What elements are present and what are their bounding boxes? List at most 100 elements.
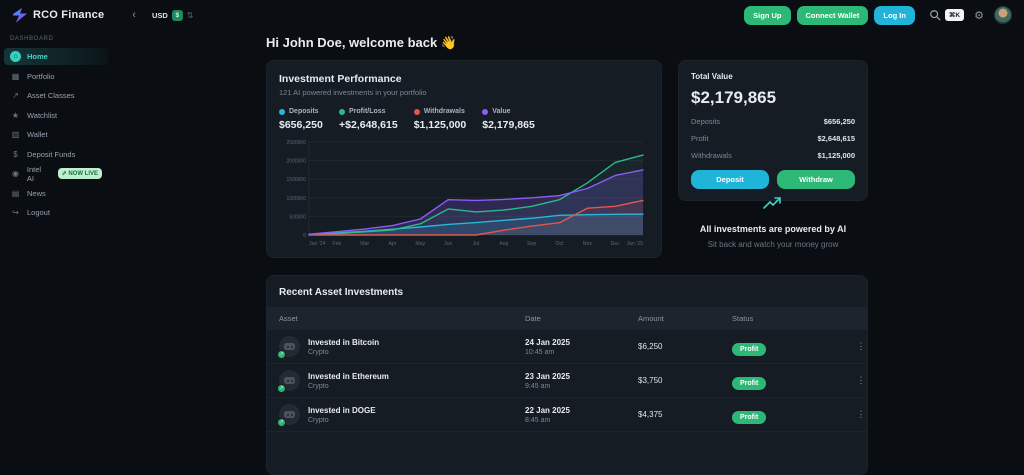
robot-icon bbox=[284, 343, 295, 350]
legend-item-deposits: Deposits $656,250 bbox=[279, 108, 323, 131]
total-value-amount: $2,179,865 bbox=[691, 88, 777, 107]
legend-item-profit-loss: Profit/Loss +$2,648,615 bbox=[339, 108, 398, 131]
table-title: Recent Asset Investments bbox=[279, 287, 404, 298]
investment-time: 10:45 am bbox=[525, 348, 555, 356]
svg-text:Nov: Nov bbox=[583, 241, 593, 247]
withdrawals-dot-icon bbox=[413, 108, 420, 115]
total-value-card: Total Value $2,179,865 Deposits $656,250… bbox=[678, 60, 868, 201]
table-row[interactable]: ↗ Invested in Ethereum Crypto 23 Jan 202… bbox=[267, 364, 867, 398]
sidebar-collapse-icon[interactable]: ‹ bbox=[132, 9, 136, 21]
sidebar-item-watchlist[interactable]: ★ Watchlist bbox=[4, 107, 108, 124]
svg-text:Aug: Aug bbox=[499, 241, 508, 247]
sidebar-item-home[interactable]: ⌂ Home bbox=[4, 48, 108, 65]
svg-text:Feb: Feb bbox=[332, 241, 341, 247]
sidebar-item-portfolio[interactable]: ▦ Portfolio bbox=[4, 68, 108, 85]
card-title: Total Value bbox=[691, 72, 733, 81]
summary-row-deposits: Deposits $656,250 bbox=[691, 117, 855, 126]
investment-date: 23 Jan 2025 bbox=[525, 371, 570, 381]
svg-text:Sep: Sep bbox=[527, 241, 536, 247]
page-title: Hi John Doe, welcome back 👋 bbox=[266, 35, 868, 51]
sidebar-item-deposit-funds[interactable]: $ Deposit Funds bbox=[4, 146, 108, 163]
dollar-badge-icon: $ bbox=[171, 9, 183, 21]
row-value: $1,125,000 bbox=[817, 151, 855, 160]
asset-name: Invested in DOGE bbox=[308, 405, 376, 415]
connect-wallet-button[interactable]: Connect Wallet bbox=[796, 5, 869, 25]
ai-promo: All investments are powered by AI Sit ba… bbox=[678, 195, 868, 249]
sign-up-button[interactable]: Sign Up bbox=[744, 5, 791, 25]
recent-investments-card: Recent Asset Investments Asset Date Amou… bbox=[266, 275, 868, 475]
keyboard-shortcut-badge: ⌘K bbox=[944, 9, 965, 21]
status-badge: Profit bbox=[732, 410, 767, 424]
row-menu-kebab-icon[interactable]: ⋮ bbox=[857, 375, 866, 386]
promo-title: All investments are powered by AI bbox=[699, 224, 847, 234]
sidebar-item-label: News bbox=[27, 188, 46, 198]
svg-text:1500000: 1500000 bbox=[287, 177, 307, 183]
row-label: Deposits bbox=[691, 117, 721, 126]
sidebar-item-intel-ai[interactable]: ◉ Intel AI ⇗ NOW LIVE bbox=[4, 164, 108, 183]
sidebar-item-logout[interactable]: ↪ Logout bbox=[4, 204, 108, 221]
investment-date: 22 Jan 2025 bbox=[525, 405, 570, 415]
svg-text:Mar: Mar bbox=[360, 241, 369, 247]
deposit-button[interactable]: Deposit bbox=[691, 170, 769, 189]
legend-value: $656,250 bbox=[279, 119, 323, 131]
brand-name: RCO Finance bbox=[33, 9, 105, 21]
wallet-icon: ▥ bbox=[11, 130, 20, 139]
brand[interactable]: RCO Finance bbox=[12, 7, 104, 23]
rco-logo-icon bbox=[13, 8, 27, 23]
robot-icon bbox=[284, 377, 295, 384]
sidebar-item-news[interactable]: ▤ News bbox=[4, 185, 108, 202]
ai-icon: ◉ bbox=[11, 169, 19, 178]
legend-value: $2,179,865 bbox=[482, 119, 535, 131]
svg-text:2500000: 2500000 bbox=[287, 140, 307, 146]
svg-text:May: May bbox=[415, 241, 425, 247]
column-header-amount: Amount bbox=[638, 314, 664, 323]
investment-amount: $3,750 bbox=[638, 376, 663, 385]
row-label: Profit bbox=[691, 134, 709, 143]
legend-label: Deposits bbox=[289, 108, 319, 115]
deposit-icon: $ bbox=[13, 149, 18, 159]
topbar: RCO Finance ‹ USD $ ⇅ Sign Up Connect Wa… bbox=[0, 0, 1024, 30]
asset-category: Crypto bbox=[308, 382, 329, 390]
performance-chart: 0 500000 1000000 1500000 2000000 2500000 Jan '… bbox=[287, 140, 644, 247]
home-icon: ⌂ bbox=[10, 51, 21, 62]
wave-emoji: 👋 bbox=[440, 35, 458, 50]
table-row[interactable]: ↗ Invested in Bitcoin Crypto 24 Jan 2025… bbox=[267, 330, 867, 364]
log-in-button[interactable]: Log In bbox=[874, 5, 915, 25]
summary-row-profit: Profit $2,648,615 bbox=[691, 134, 855, 143]
investment-time: 9:45 am bbox=[525, 382, 551, 390]
row-menu-kebab-icon[interactable]: ⋮ bbox=[857, 341, 866, 352]
search-icon[interactable] bbox=[929, 9, 941, 21]
sidebar-item-label: Deposit Funds bbox=[27, 149, 76, 159]
sidebar-item-label: Logout bbox=[27, 208, 50, 217]
sidebar-item-asset-classes[interactable]: ↗ Asset Classes bbox=[4, 87, 108, 104]
svg-text:Jul: Jul bbox=[473, 241, 480, 247]
asset-name: Invested in Ethereum bbox=[308, 371, 389, 381]
row-value: $656,250 bbox=[823, 117, 855, 126]
sidebar-item-label: Intel AI bbox=[26, 164, 42, 183]
currency-code: USD bbox=[151, 10, 168, 20]
user-avatar[interactable] bbox=[994, 6, 1012, 24]
card-subtitle: 121 AI powered investments in your portf… bbox=[279, 88, 427, 97]
currency-selector[interactable]: USD $ ⇅ bbox=[151, 9, 194, 21]
column-header-date: Date bbox=[525, 314, 541, 323]
logout-icon: ↪ bbox=[12, 208, 19, 217]
sidebar-item-wallet[interactable]: ▥ Wallet bbox=[4, 126, 108, 143]
investment-time: 8:45 am bbox=[525, 416, 551, 424]
main-content: Hi John Doe, welcome back 👋 Investment P… bbox=[266, 30, 868, 475]
legend-label: Withdrawals bbox=[423, 108, 465, 115]
svg-text:500000: 500000 bbox=[289, 214, 306, 220]
svg-text:Jun: Jun bbox=[444, 241, 452, 247]
legend-label: Value bbox=[492, 108, 511, 115]
sidebar-item-label: Portfolio bbox=[27, 71, 55, 81]
investment-date: 24 Jan 2025 bbox=[525, 337, 570, 347]
settings-gear-icon[interactable]: ⚙ bbox=[974, 9, 984, 22]
sidebar: DASHBOARD ⌂ Home ▦ Portfolio ↗ Asset Cla… bbox=[4, 34, 108, 224]
table-row[interactable]: ↗ Invested in DOGE Crypto 22 Jan 2025 8:… bbox=[267, 398, 867, 432]
chart-legend: Deposits $656,250 Profit/Loss +$2,648,61… bbox=[279, 108, 649, 131]
withdraw-button[interactable]: Withdraw bbox=[777, 170, 855, 189]
row-label: Withdrawals bbox=[691, 151, 732, 160]
robot-icon bbox=[284, 411, 295, 418]
column-header-actions bbox=[855, 314, 867, 323]
row-menu-kebab-icon[interactable]: ⋮ bbox=[857, 409, 866, 420]
legend-item-value: Value $2,179,865 bbox=[482, 108, 535, 131]
